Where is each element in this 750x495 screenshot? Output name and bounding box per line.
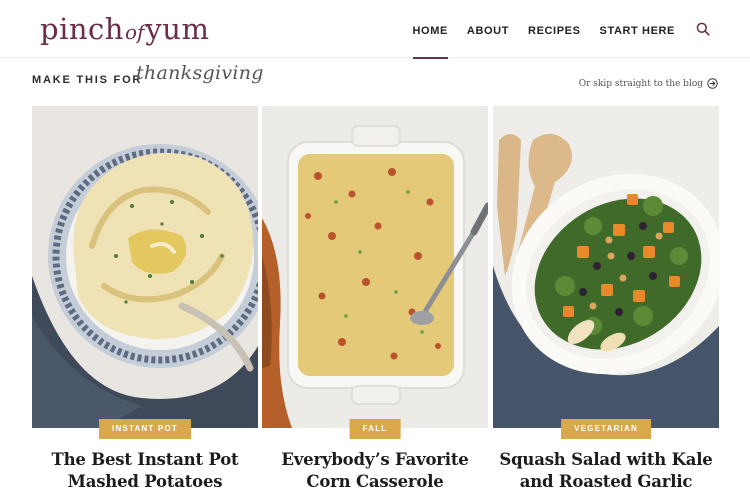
site-header: pinch of yum HOME ABOUT RECIPES START HE… <box>0 0 750 59</box>
recipe-card-mashed-potatoes[interactable]: INSTANT POT The Best Instant Pot Mashed … <box>32 106 258 495</box>
category-badge[interactable]: VEGETARIAN <box>561 419 651 439</box>
recipe-title[interactable]: Squash Salad with Kale and Roasted Garli… <box>493 449 719 493</box>
recipe-title-line: Squash Salad with Kale <box>499 450 713 469</box>
recipe-card-squash-salad[interactable]: VEGETARIAN Squash Salad with Kale and Ro… <box>493 106 719 495</box>
logo-text-pinch: pinch <box>40 12 124 46</box>
recipe-title-line: and Roasted Garlic <box>519 472 693 491</box>
site-logo[interactable]: pinch of yum <box>40 8 209 50</box>
recipe-title[interactable]: Everybody’s Favorite Corn Casserole <box>262 449 488 493</box>
nav-item-recipes[interactable]: RECIPES <box>528 0 581 58</box>
category-badge[interactable]: INSTANT POT <box>99 419 191 439</box>
banner-holiday-script: thanksgiving <box>136 62 264 84</box>
recipe-title[interactable]: The Best Instant Pot Mashed Potatoes <box>32 449 258 493</box>
recipe-photo-squash-salad[interactable] <box>493 106 719 428</box>
skip-to-blog-link[interactable]: Or skip straight to the blog <box>579 78 718 89</box>
logo-text-yum: yum <box>145 12 210 46</box>
nav-item-start-here[interactable]: START HERE <box>600 0 675 58</box>
arrow-right-circle-icon <box>707 78 718 89</box>
recipe-title-line: Corn Casserole <box>306 472 444 491</box>
search-icon[interactable] <box>696 21 712 37</box>
banner-prefix: MAKE THIS FOR <box>32 74 143 86</box>
nav-item-about[interactable]: ABOUT <box>467 0 509 58</box>
logo-text-of: of <box>124 20 145 44</box>
recipe-card-corn-casserole[interactable]: FALL Everybody’s Favorite Corn Casserole <box>262 106 488 495</box>
recipe-photo-mashed-potatoes[interactable] <box>32 106 258 428</box>
holiday-banner: MAKE THIS FOR thanksgiving Or skip strai… <box>0 60 750 104</box>
main-nav: HOME ABOUT RECIPES START HERE <box>412 0 750 59</box>
recipe-title-line: Everybody’s Favorite <box>281 450 469 469</box>
category-badge[interactable]: FALL <box>349 419 401 439</box>
recipe-title-line: The Best Instant Pot <box>51 450 239 469</box>
recipe-photo-corn-casserole[interactable] <box>262 106 488 428</box>
recipe-title-line: Mashed Potatoes <box>67 472 223 491</box>
nav-item-home[interactable]: HOME <box>412 0 449 59</box>
skip-to-blog-label: Or skip straight to the blog <box>578 78 703 89</box>
